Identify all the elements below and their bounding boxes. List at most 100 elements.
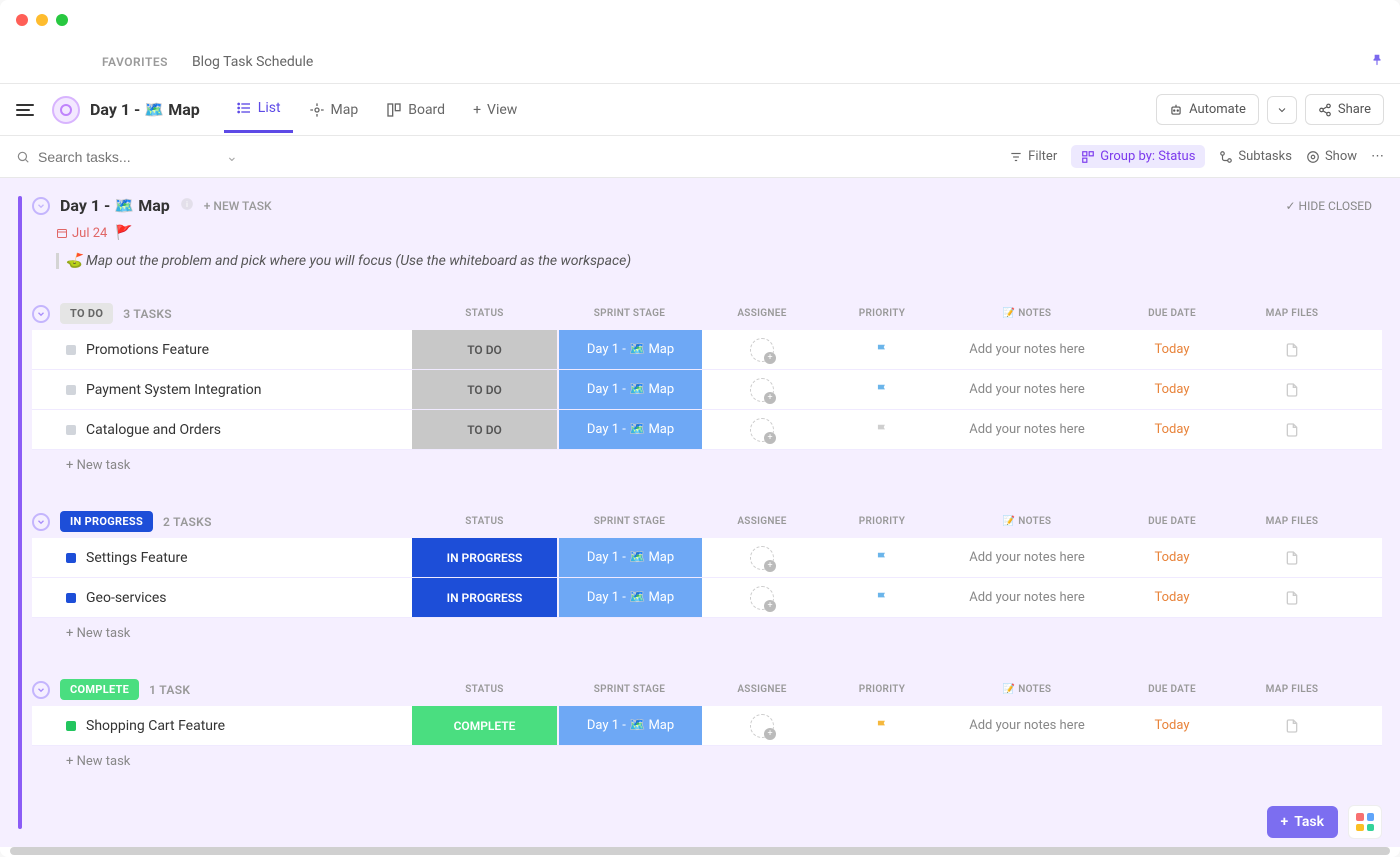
list-badge[interactable] [52,96,80,124]
task-row[interactable]: Shopping Cart Feature COMPLETE Day 1 - 🗺… [32,706,1382,746]
files-cell[interactable] [1232,342,1352,358]
group-by-button[interactable]: Group by: Status [1071,145,1205,168]
tab-board[interactable]: Board [374,94,457,126]
assignee-cell[interactable] [702,338,822,362]
assignee-cell[interactable] [702,586,822,610]
collapse-list[interactable] [32,197,50,215]
status-cell[interactable]: TO DO [412,330,557,369]
due-date-chip[interactable]: Jul 24 [56,226,107,241]
new-task-row[interactable]: + New task [32,450,1382,481]
breadcrumb-blog-task[interactable]: Blog Task Schedule [192,54,313,70]
files-cell[interactable] [1232,590,1352,606]
assignee-cell[interactable] [702,714,822,738]
status-cell[interactable]: IN PROGRESS [412,538,557,577]
notes-cell[interactable]: Add your notes here [942,550,1112,565]
files-cell[interactable] [1232,422,1352,438]
tab-add-view[interactable]: + View [461,94,529,126]
task-name[interactable]: Catalogue and Orders [86,422,221,438]
assignee-cell[interactable] [702,546,822,570]
notes-cell[interactable]: Add your notes here [942,422,1112,437]
menu-icon[interactable] [16,98,40,122]
assignee-add-icon[interactable] [750,418,774,442]
assignee-add-icon[interactable] [750,338,774,362]
assignee-add-icon[interactable] [750,586,774,610]
new-task-row[interactable]: + New task [32,618,1382,649]
status-cell[interactable]: TO DO [412,410,557,449]
fab-apps-button[interactable] [1348,805,1382,839]
assignee-cell[interactable] [702,418,822,442]
hide-closed-button[interactable]: ✓ HIDE CLOSED [1286,199,1373,213]
filter-button[interactable]: Filter [1009,149,1057,164]
share-button[interactable]: Share [1305,94,1384,125]
group-status-pill[interactable]: IN PROGRESS [60,511,153,532]
task-status-square[interactable] [66,345,76,355]
subtasks-button[interactable]: Subtasks [1219,149,1292,164]
task-name[interactable]: Shopping Cart Feature [86,718,225,734]
task-row[interactable]: Promotions Feature TO DO Day 1 - 🗺️ Map … [32,330,1382,370]
tab-map[interactable]: Map [297,94,371,126]
chevron-down-icon[interactable]: ⌄ [226,149,238,165]
more-button[interactable]: ⋯ [1371,149,1384,164]
maximize-window[interactable] [56,14,68,26]
priority-cell[interactable] [822,342,942,358]
due-cell[interactable]: Today [1112,342,1232,357]
priority-cell[interactable] [822,422,942,438]
assignee-add-icon[interactable] [750,714,774,738]
search-input[interactable] [38,149,198,165]
task-name[interactable]: Settings Feature [86,550,188,566]
files-cell[interactable] [1232,382,1352,398]
automate-button[interactable]: Automate [1156,94,1259,125]
task-row[interactable]: Catalogue and Orders TO DO Day 1 - 🗺️ Ma… [32,410,1382,450]
task-status-square[interactable] [66,593,76,603]
task-status-square[interactable] [66,553,76,563]
priority-cell[interactable] [822,382,942,398]
search-box[interactable]: ⌄ [16,149,238,165]
task-status-square[interactable] [66,721,76,731]
due-cell[interactable]: Today [1112,422,1232,437]
task-status-square[interactable] [66,385,76,395]
sprint-cell[interactable]: Day 1 - 🗺️ Map [557,410,702,449]
due-cell[interactable]: Today [1112,382,1232,397]
favorites-label[interactable]: FAVORITES [16,55,168,69]
new-task-row[interactable]: + New task [32,746,1382,777]
files-cell[interactable] [1232,550,1352,566]
notes-cell[interactable]: Add your notes here [942,718,1112,733]
pin-icon[interactable] [1370,53,1384,71]
assignee-cell[interactable] [702,378,822,402]
collapse-group[interactable] [32,681,50,699]
task-status-square[interactable] [66,425,76,435]
horizontal-scrollbar[interactable] [10,847,1390,855]
tab-list[interactable]: List [224,86,293,133]
status-cell[interactable]: IN PROGRESS [412,578,557,617]
flag-icon[interactable]: 🚩 [115,225,132,241]
due-cell[interactable]: Today [1112,718,1232,733]
task-name[interactable]: Promotions Feature [86,342,209,358]
task-row[interactable]: Settings Feature IN PROGRESS Day 1 - 🗺️ … [32,538,1382,578]
new-task-link[interactable]: + NEW TASK [204,199,272,213]
notes-cell[interactable]: Add your notes here [942,590,1112,605]
task-row[interactable]: Geo-services IN PROGRESS Day 1 - 🗺️ Map … [32,578,1382,618]
assignee-add-icon[interactable] [750,378,774,402]
priority-cell[interactable] [822,590,942,606]
group-status-pill[interactable]: COMPLETE [60,679,139,700]
sprint-cell[interactable]: Day 1 - 🗺️ Map [557,330,702,369]
due-cell[interactable]: Today [1112,590,1232,605]
files-cell[interactable] [1232,718,1352,734]
automate-dropdown[interactable] [1267,96,1297,124]
info-icon[interactable]: i [180,197,194,215]
priority-cell[interactable] [822,550,942,566]
due-cell[interactable]: Today [1112,550,1232,565]
collapse-group[interactable] [32,513,50,531]
fab-task-button[interactable]: + Task [1267,806,1338,838]
collapse-group[interactable] [32,305,50,323]
group-status-pill[interactable]: TO DO [60,303,113,324]
minimize-window[interactable] [36,14,48,26]
status-cell[interactable]: COMPLETE [412,706,557,745]
notes-cell[interactable]: Add your notes here [942,342,1112,357]
status-cell[interactable]: TO DO [412,370,557,409]
task-row[interactable]: Payment System Integration TO DO Day 1 -… [32,370,1382,410]
sprint-cell[interactable]: Day 1 - 🗺️ Map [557,578,702,617]
close-window[interactable] [16,14,28,26]
assignee-add-icon[interactable] [750,546,774,570]
notes-cell[interactable]: Add your notes here [942,382,1112,397]
